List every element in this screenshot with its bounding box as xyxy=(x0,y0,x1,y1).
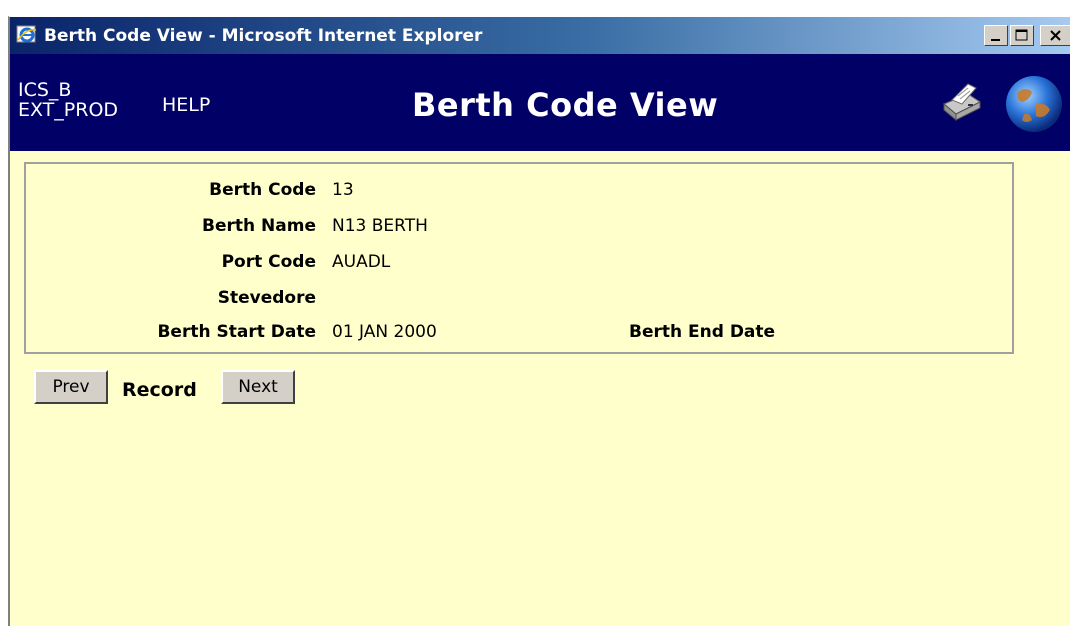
ie-icon xyxy=(16,25,37,43)
berth-name-label: Berth Name xyxy=(202,216,316,236)
print-icon[interactable] xyxy=(938,78,984,126)
globe-icon[interactable] xyxy=(1004,74,1064,134)
berth-code-label: Berth Code xyxy=(209,180,316,200)
record-label: Record xyxy=(122,379,197,401)
close-button[interactable] xyxy=(1040,25,1070,46)
help-link[interactable]: HELP xyxy=(162,94,210,116)
port-code-value: AUADL xyxy=(332,252,391,272)
berth-details-panel: Berth Code 13 Berth Name N13 BERTH Port … xyxy=(24,162,1014,354)
berth-start-date-label: Berth Start Date xyxy=(157,322,316,342)
close-icon xyxy=(1050,30,1061,41)
port-code-label: Port Code xyxy=(221,252,316,272)
berth-dates-row: Berth Start Date 01 JAN 2000 Berth End D… xyxy=(26,322,1012,344)
maximize-button[interactable] xyxy=(1010,25,1034,46)
stevedore-row: Stevedore xyxy=(26,288,1012,310)
berth-name-value: N13 BERTH xyxy=(332,216,428,236)
environment-label: ICS_B EXT_PROD xyxy=(18,80,118,120)
minimize-button[interactable] xyxy=(984,25,1008,46)
port-code-row: Port Code AUADL xyxy=(26,252,1012,274)
berth-start-date-value: 01 JAN 2000 xyxy=(332,322,437,342)
berth-name-row: Berth Name N13 BERTH xyxy=(26,216,1012,238)
prev-button[interactable]: Prev xyxy=(34,370,108,404)
maximize-icon xyxy=(1015,29,1028,41)
berth-code-row: Berth Code 13 xyxy=(26,180,1012,202)
window-title: Berth Code View - Microsoft Internet Exp… xyxy=(44,26,483,46)
page-title: Berth Code View xyxy=(412,86,719,124)
minimize-icon xyxy=(991,39,1000,41)
app-header: ICS_B EXT_PROD HELP Berth Code View xyxy=(10,54,1070,151)
next-button[interactable]: Next xyxy=(221,370,295,404)
title-bar[interactable]: Berth Code View - Microsoft Internet Exp… xyxy=(10,17,1070,55)
env-line-1: ICS_B xyxy=(18,79,72,101)
stevedore-label: Stevedore xyxy=(217,288,316,308)
berth-end-date-label: Berth End Date xyxy=(629,322,776,342)
env-line-2: EXT_PROD xyxy=(18,99,119,121)
berth-code-value: 13 xyxy=(332,180,354,200)
page-content: ICS_B EXT_PROD HELP Berth Code View Bert… xyxy=(10,54,1070,626)
